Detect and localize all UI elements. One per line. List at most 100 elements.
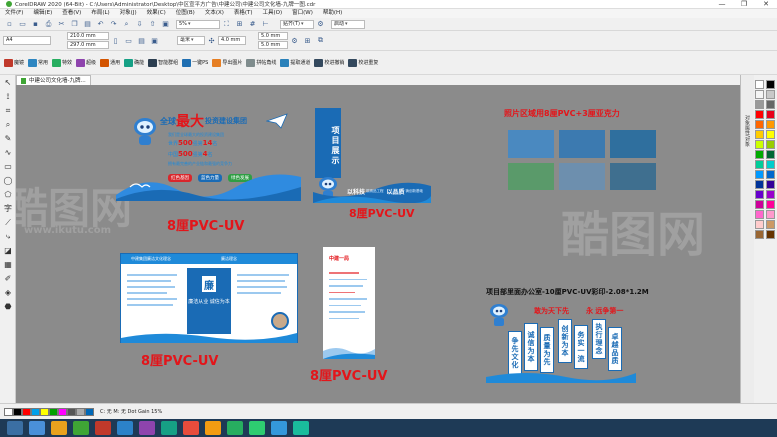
taskbar-app5-icon[interactable]: [205, 421, 221, 435]
plugin-confirm[interactable]: 确能: [134, 59, 144, 66]
transparency-icon[interactable]: ▦: [1, 258, 15, 271]
landscape-icon[interactable]: ▭: [123, 35, 134, 46]
undo-icon[interactable]: ↶: [95, 19, 106, 30]
menu-tools[interactable]: 工具(O): [258, 9, 288, 18]
units-settings-icon[interactable]: ⚙: [289, 35, 300, 46]
photo-3[interactable]: [610, 130, 656, 158]
board-project-display[interactable]: 项目展示 以科技 筑精品工程 以品质 铸创新基础: [313, 108, 431, 203]
new-document-icon[interactable]: ▫: [4, 19, 15, 30]
swatch-28[interactable]: [755, 219, 764, 229]
swatch-20[interactable]: [755, 179, 764, 189]
swatch-10[interactable]: [755, 129, 764, 139]
swatch-1[interactable]: [766, 79, 775, 89]
units-select[interactable]: 毫米▾: [177, 36, 205, 45]
plugin-one-click-ps[interactable]: 一键PS: [192, 59, 208, 66]
rulers-icon[interactable]: ⊞: [234, 19, 245, 30]
plugin-crop-marks[interactable]: 拼帖角线: [256, 59, 276, 66]
menu-view[interactable]: 查看(V): [57, 9, 86, 18]
status-swatch-8[interactable]: [76, 407, 85, 416]
plugin-general[interactable]: 通用: [110, 59, 120, 66]
taskbar-app6-icon[interactable]: [227, 421, 243, 435]
swatch-0[interactable]: [755, 79, 764, 89]
menu-edit[interactable]: 编辑(E): [28, 9, 57, 18]
taskbar-coreldraw-icon[interactable]: [73, 421, 89, 435]
swatch-19[interactable]: [766, 169, 775, 179]
status-swatch-7[interactable]: [67, 407, 76, 416]
minimize-button[interactable]: —: [711, 0, 733, 9]
copy-icon[interactable]: ❐: [69, 19, 80, 30]
menu-help[interactable]: 帮助(H): [318, 9, 347, 18]
save-icon[interactable]: ▪: [30, 19, 41, 30]
taskbar-app7-icon[interactable]: [249, 421, 265, 435]
swatch-17[interactable]: [766, 159, 775, 169]
swatch-9[interactable]: [766, 119, 775, 129]
taskbar-app-icon[interactable]: [95, 421, 111, 435]
paste-icon[interactable]: ▤: [82, 19, 93, 30]
menu-effects[interactable]: 效果(C): [142, 9, 171, 18]
plugin-undo[interactable]: 校进撤销: [324, 59, 344, 66]
treat-objects-icon[interactable]: ⧉: [315, 35, 326, 46]
drawing-canvas[interactable]: 酷图网 www.ikutu.com 酷图网 全球 最大 投资建设集团 我们是全球…: [16, 85, 740, 403]
swatch-5[interactable]: [766, 99, 775, 109]
docker-tab-label[interactable]: 对象属性/对象: [744, 115, 751, 147]
menu-window[interactable]: 窗口(W): [287, 9, 318, 18]
board-vertical-poster[interactable]: 中建一局: [323, 247, 375, 359]
status-swatch-9[interactable]: [85, 407, 94, 416]
swatch-22[interactable]: [755, 189, 764, 199]
export-icon[interactable]: ⇧: [147, 19, 158, 30]
photo-5[interactable]: [559, 162, 605, 190]
add-frame-icon[interactable]: ⊞: [302, 35, 313, 46]
duplicate-x-field[interactable]: 5.0 mm: [258, 32, 288, 40]
status-swatch-4[interactable]: [40, 407, 49, 416]
ellipse-tool-icon[interactable]: ◯: [1, 174, 15, 187]
status-swatch-0[interactable]: [4, 407, 13, 416]
plugin-export-image[interactable]: 导出图片: [222, 59, 242, 66]
taskbar-app8-icon[interactable]: [271, 421, 287, 435]
print-icon[interactable]: ⎙: [43, 19, 54, 30]
plugin-common[interactable]: 常用: [38, 59, 48, 66]
photo-2[interactable]: [559, 130, 605, 158]
swatch-25[interactable]: [766, 199, 775, 209]
zoom-select[interactable]: 5%▾: [176, 19, 220, 29]
menu-text[interactable]: 文本(X): [200, 9, 229, 18]
swatch-11[interactable]: [766, 129, 775, 139]
document-tab[interactable]: 中建公司文化墙-九牌...: [16, 75, 91, 85]
swatch-4[interactable]: [755, 99, 764, 109]
duplicate-y-field[interactable]: 5.0 mm: [258, 41, 288, 49]
swatch-18[interactable]: [755, 169, 764, 179]
connector-tool-icon[interactable]: ⤷: [1, 230, 15, 243]
parallel-dimension-icon[interactable]: ⟋: [1, 216, 15, 229]
photo-4[interactable]: [508, 162, 554, 190]
swatch-13[interactable]: [766, 139, 775, 149]
status-swatch-6[interactable]: [58, 407, 67, 416]
swatch-14[interactable]: [755, 149, 764, 159]
swatch-2[interactable]: [755, 89, 764, 99]
swatch-16[interactable]: [755, 159, 764, 169]
taskbar-folder-icon[interactable]: [51, 421, 67, 435]
taskbar-explorer-icon[interactable]: [29, 421, 45, 435]
rectangle-tool-icon[interactable]: ▭: [1, 160, 15, 173]
fullscreen-icon[interactable]: ⛶: [221, 19, 232, 30]
eyedropper-icon[interactable]: ✐: [1, 272, 15, 285]
artistic-media-icon[interactable]: ∿: [1, 146, 15, 159]
swatch-8[interactable]: [755, 119, 764, 129]
menu-layout[interactable]: 布局(L): [86, 9, 114, 18]
nudge-field[interactable]: 4.0 mm: [218, 36, 246, 45]
swatch-6[interactable]: [755, 109, 764, 119]
crop-tool-icon[interactable]: ⌗: [1, 104, 15, 117]
plugin-extract-channel[interactable]: 提取通道: [290, 59, 310, 66]
freehand-tool-icon[interactable]: ✎: [1, 132, 15, 145]
pick-tool-icon[interactable]: ↖: [1, 76, 15, 89]
close-button[interactable]: ✕: [755, 0, 777, 9]
zoom-tool-icon[interactable]: ⌕: [1, 118, 15, 131]
grid-icon[interactable]: #: [247, 19, 258, 30]
smart-fill-icon[interactable]: ⬣: [1, 300, 15, 313]
current-page-icon[interactable]: ▣: [149, 35, 160, 46]
menu-bitmaps[interactable]: 位图(B): [171, 9, 200, 18]
swatch-31[interactable]: [766, 229, 775, 239]
options-icon[interactable]: ⚙: [315, 19, 326, 30]
swatch-12[interactable]: [755, 139, 764, 149]
swatch-30[interactable]: [755, 229, 764, 239]
page-height-field[interactable]: 297.0 mm: [67, 41, 109, 49]
taskbar-app9-icon[interactable]: [293, 421, 309, 435]
